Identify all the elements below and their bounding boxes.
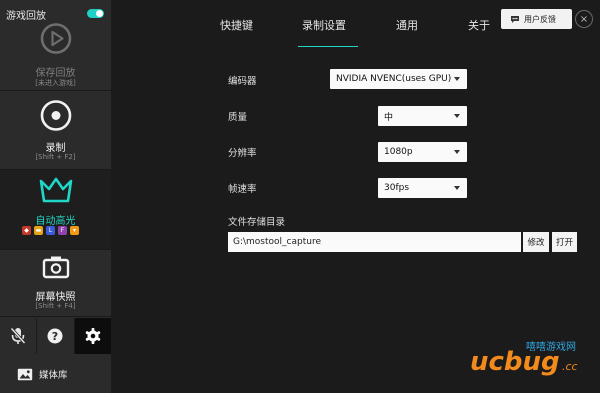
csgo-icon: ▬ — [34, 226, 43, 235]
open-label: 打开 — [555, 238, 573, 248]
quality-value: 中 — [384, 112, 394, 123]
sidebar: 游戏回放 保存回放 [未进入游戏] 录制 [Shift + F2] 自动高光 ◆… — [0, 0, 111, 393]
gallery-icon — [17, 368, 33, 380]
sidebar-divider — [0, 316, 111, 317]
quality-label: 质量 — [228, 112, 248, 123]
framerate-label: 帧速率 — [228, 184, 257, 195]
mic-off-icon — [10, 327, 26, 345]
close-icon: × — [579, 13, 589, 25]
chevron-down-icon — [454, 150, 460, 154]
replay-header-label: 游戏回放 — [6, 11, 46, 22]
settings-panel: 快捷键 录制设置 通用 关于 用户反馈 × 编码器 NVIDIA NVENC(u… — [111, 0, 600, 393]
media-library-label: 媒体库 — [39, 370, 68, 381]
framerate-select[interactable]: 30fps — [378, 178, 467, 198]
feedback-label: 用户反馈 — [524, 14, 556, 24]
save-replay-section: 游戏回放 保存回放 [未进入游戏] — [0, 0, 111, 90]
save-replay-label: 保存回放 — [35, 68, 76, 79]
dota2-icon: ◆ — [22, 226, 31, 235]
chat-bubble-icon — [511, 15, 519, 23]
record-icon — [39, 99, 72, 135]
storage-dir-label: 文件存储目录 — [228, 217, 286, 228]
encoder-select[interactable]: NVIDIA NVENC(uses GPU) — [330, 69, 467, 89]
modify-label: 修改 — [527, 238, 545, 248]
camera-icon — [42, 255, 70, 282]
media-library-button[interactable]: 媒体库 — [0, 355, 111, 393]
fortnite-icon: F — [58, 226, 67, 235]
encoder-value: NVIDIA NVENC(uses GPU) — [336, 74, 452, 84]
resolution-label: 分辨率 — [228, 148, 257, 159]
auto-highlight-label: 自动高光 — [35, 216, 76, 227]
crown-icon — [38, 176, 74, 207]
lol-icon: L — [46, 226, 55, 235]
chevron-down-icon — [454, 114, 460, 118]
framerate-value: 30fps — [384, 183, 410, 193]
close-button[interactable]: × — [575, 10, 593, 28]
settings-tabs: 快捷键 录制设置 通用 关于 用户反馈 × — [111, 0, 600, 50]
open-path-button[interactable]: 打开 — [552, 232, 577, 252]
tab-record-settings[interactable]: 录制设置 — [302, 17, 346, 33]
help-button[interactable]: ? — [37, 318, 75, 354]
record-section[interactable]: 录制 [Shift + F2] — [0, 91, 111, 169]
resolution-value: 1080p — [384, 147, 413, 157]
chevron-down-icon — [454, 186, 460, 190]
overwatch-icon: ▾ — [70, 226, 79, 235]
screenshot-shortcut: [Shift + F4] — [35, 302, 76, 310]
record-label: 录制 — [45, 143, 66, 154]
active-tab-indicator — [298, 46, 358, 47]
encoder-label: 编码器 — [228, 76, 257, 87]
screenshot-section[interactable]: 屏幕快照 [Shift + F4] — [0, 250, 111, 315]
watermark-logo: ucbug .cc 嘻嘻游戏网 — [468, 336, 588, 377]
settings-button[interactable] — [74, 318, 111, 354]
save-replay-status: [未进入游戏] — [35, 79, 76, 87]
supported-games: ◆ ▬ L F ▾ — [22, 226, 79, 235]
replay-toggle[interactable] — [87, 9, 104, 18]
tab-general[interactable]: 通用 — [396, 17, 418, 33]
modify-path-button[interactable]: 修改 — [523, 232, 549, 252]
auto-highlight-section[interactable]: 自动高光 ◆ ▬ L F ▾ — [0, 170, 111, 249]
tab-shortcuts[interactable]: 快捷键 — [220, 17, 253, 33]
play-circle-icon[interactable] — [39, 22, 72, 58]
storage-path-field[interactable]: G:\mostool_capture — [228, 232, 521, 252]
settings-gear-icon — [85, 328, 101, 344]
record-shortcut: [Shift + F2] — [35, 153, 76, 161]
help-icon: ? — [47, 328, 63, 344]
resolution-select[interactable]: 1080p — [378, 142, 467, 162]
sidebar-bottom-buttons: ? — [0, 318, 111, 354]
svg-text:?: ? — [52, 330, 58, 343]
screenshot-label: 屏幕快照 — [35, 292, 76, 303]
storage-path-value: G:\mostool_capture — [233, 237, 321, 247]
feedback-button[interactable]: 用户反馈 — [501, 9, 572, 29]
watermark-cc: .cc — [562, 360, 578, 373]
quality-select[interactable]: 中 — [378, 106, 467, 126]
mic-toggle-button[interactable] — [0, 318, 38, 354]
watermark-site: 嘻嘻游戏网 — [526, 340, 576, 353]
tab-about[interactable]: 关于 — [468, 17, 490, 33]
toggle-knob — [96, 10, 103, 17]
chevron-down-icon — [454, 77, 460, 81]
